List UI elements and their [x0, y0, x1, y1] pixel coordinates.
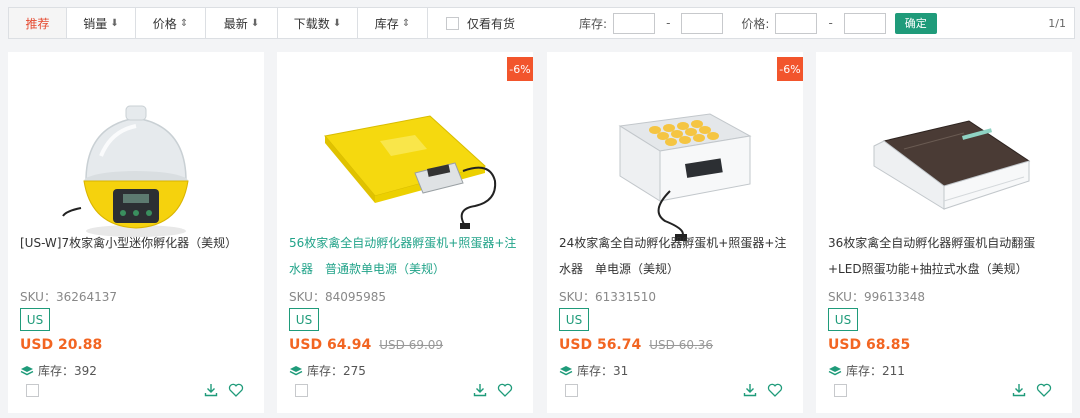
sort-sales-button[interactable]: 销量 ⬇	[67, 8, 136, 38]
in-stock-filter[interactable]: 仅看有货	[446, 15, 515, 32]
in-stock-checkbox[interactable]	[446, 16, 459, 30]
product-title[interactable]: 36枚家禽全自动孵化器孵蛋机自动翻蛋+LED照蛋功能+抽拉式水盘（美规）	[828, 230, 1064, 282]
heart-icon[interactable]	[228, 382, 244, 398]
price-range-label: 价格:	[741, 16, 770, 31]
layers-icon	[559, 365, 573, 375]
product-price: USD 64.94	[289, 337, 372, 353]
select-checkbox[interactable]	[295, 384, 308, 397]
in-stock-label: 仅看有货	[467, 16, 516, 31]
select-checkbox[interactable]	[565, 384, 578, 397]
product-card[interactable]: -6% 24枚家禽全自动孵化器孵蛋机+照蛋器+注水器 单电源（美规） SKU：6…	[547, 52, 803, 413]
filter-toolbar: 推荐 销量 ⬇ 价格 ⇕ 最新 ⬇ 下载数 ⬇ 库存 ⇕ 仅看有货 库存: - …	[8, 7, 1075, 39]
product-price: USD 56.74	[559, 337, 642, 353]
price-row: USD 68.85	[828, 337, 910, 353]
original-price: USD 60.36	[649, 338, 714, 352]
sort-downloads-button[interactable]: 下载数 ⬇	[278, 8, 358, 38]
arrow-down-icon: ⬇	[110, 17, 119, 29]
select-checkbox[interactable]	[26, 384, 39, 397]
region-badge: US	[828, 308, 858, 331]
product-title[interactable]: [US-W]7枚家禽小型迷你孵化器（美规）	[20, 230, 256, 256]
stock-row: 库存：392	[20, 362, 97, 379]
product-sku: SKU：36264137	[20, 290, 118, 304]
price-row: USD 56.74 USD 60.36	[559, 337, 713, 353]
range-dash: -	[828, 16, 833, 30]
product-price: USD 68.85	[828, 337, 911, 353]
stock-max-input[interactable]	[681, 12, 724, 34]
download-icon[interactable]	[472, 382, 488, 398]
heart-icon[interactable]	[497, 382, 513, 398]
heart-icon[interactable]	[767, 382, 783, 398]
sort-label: 下载数	[293, 16, 330, 31]
sort-both-icon: ⇕	[401, 17, 411, 29]
price-range-filter: 价格: - 确定	[741, 12, 937, 34]
sort-recommended-button[interactable]: 推荐	[9, 8, 67, 38]
arrow-down-icon: ⬇	[332, 17, 342, 29]
sort-label: 库存	[374, 16, 399, 31]
stock-range-filter: 库存: -	[579, 12, 724, 34]
sort-label: 价格	[152, 16, 177, 31]
sort-newest-button[interactable]: 最新 ⬇	[206, 8, 278, 38]
stock-row: 库存：31	[559, 362, 628, 379]
discount-badge: -6%	[777, 57, 803, 81]
layers-icon	[289, 365, 303, 375]
product-card[interactable]: [US-W]7枚家禽小型迷你孵化器（美规） SKU：36264137 US US…	[8, 52, 264, 413]
price-row: USD 20.88	[20, 337, 102, 353]
stock-count: 库存：211	[846, 364, 905, 378]
layers-icon	[828, 365, 842, 375]
product-card[interactable]: 36枚家禽全自动孵化器孵蛋机自动翻蛋+LED照蛋功能+抽拉式水盘（美规） SKU…	[816, 52, 1072, 413]
product-price: USD 20.88	[20, 337, 103, 353]
stock-count: 库存：392	[38, 364, 97, 378]
range-dash: -	[666, 16, 671, 30]
download-icon[interactable]	[203, 382, 219, 398]
confirm-button[interactable]: 确定	[894, 12, 937, 34]
sort-label: 最新	[223, 16, 248, 31]
download-icon[interactable]	[742, 382, 758, 398]
sort-price-button[interactable]: 价格 ⇕	[136, 8, 206, 38]
product-title[interactable]: 56枚家禽全自动孵化器孵蛋机+照蛋器+注水器 普通款单电源（美规）	[289, 230, 525, 282]
sort-both-icon: ⇕	[179, 17, 189, 29]
download-icon[interactable]	[1011, 382, 1027, 398]
stock-row: 库存：275	[289, 362, 366, 379]
price-row: USD 64.94 USD 69.09	[289, 337, 443, 353]
sort-stock-button[interactable]: 库存 ⇕	[358, 8, 428, 38]
region-badge: US	[559, 308, 589, 331]
stock-range-label: 库存:	[579, 16, 608, 31]
product-card[interactable]: -6% 56枚家禽全自动孵化器孵蛋机+照蛋器+注水器 普通款单电源（美规） SK…	[277, 52, 533, 413]
layers-icon	[20, 365, 34, 375]
product-sku: SKU：99613348	[828, 290, 926, 304]
heart-icon[interactable]	[1036, 382, 1052, 398]
page-info: 1/1	[1048, 16, 1066, 30]
stock-count: 库存：275	[307, 364, 366, 378]
stock-count: 库存：31	[577, 364, 629, 378]
original-price: USD 69.09	[379, 338, 444, 352]
price-max-input[interactable]	[843, 12, 886, 34]
discount-badge: -6%	[507, 57, 533, 81]
region-badge: US	[20, 308, 50, 331]
select-checkbox[interactable]	[834, 384, 847, 397]
price-min-input[interactable]	[775, 12, 818, 34]
product-title[interactable]: 24枚家禽全自动孵化器孵蛋机+照蛋器+注水器 单电源（美规）	[559, 230, 795, 282]
product-sku: SKU：61331510	[559, 290, 657, 304]
sort-label: 推荐	[25, 16, 50, 31]
product-sku: SKU：84095985	[289, 290, 387, 304]
stock-row: 库存：211	[828, 362, 905, 379]
sort-label: 销量	[83, 16, 108, 31]
arrow-down-icon: ⬇	[250, 17, 260, 29]
stock-min-input[interactable]	[613, 12, 656, 34]
region-badge: US	[289, 308, 319, 331]
